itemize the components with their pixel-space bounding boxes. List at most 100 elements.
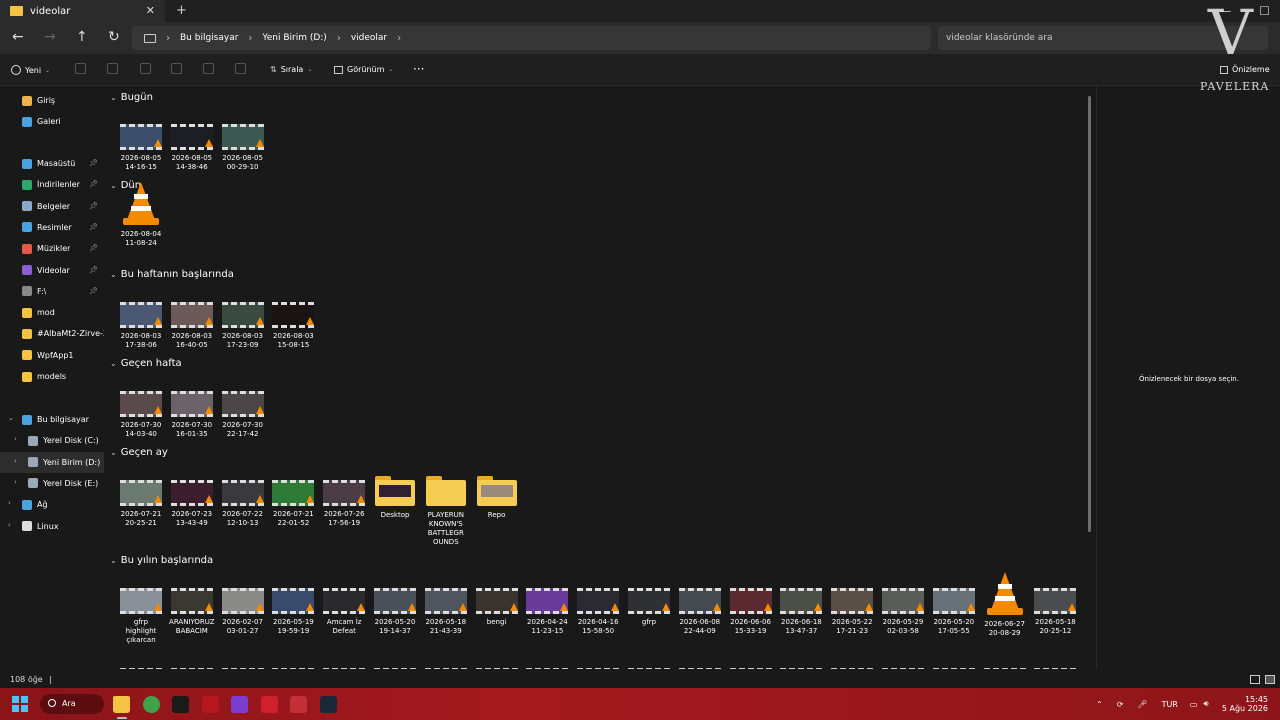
file-item[interactable]: Amcam İz Defeat [321,588,367,636]
chevron-up-icon[interactable]: ⌃ [1096,700,1103,709]
taskbar-steam-icon[interactable] [319,696,337,713]
file-item[interactable]: 2026-06-27 20-08-29 [982,572,1028,638]
file-item[interactable]: 2026-07-30 22-17-42 [220,391,266,439]
sidebar-item-masa-st[interactable]: Masaüstü 📌︎ [0,153,104,174]
file-item[interactable]: 2026-05-18 20-25-12 [1032,588,1078,636]
sync-icon[interactable]: ⟳ [1117,700,1124,709]
sidebar-item-videolar[interactable]: Videolar 📌︎ [0,260,104,281]
file-item[interactable]: 2026-02-07 03-01-27 [220,588,266,636]
new-button[interactable]: Yeni ⌄ [11,65,50,75]
chevron-right-icon[interactable]: › [8,499,11,507]
taskbar-terminal-icon[interactable] [172,696,189,713]
chevron-right-icon[interactable]: › [14,478,17,486]
cut-icon[interactable] [75,63,86,74]
file-item[interactable]: 2026-08-03 17-38-06 [118,302,164,350]
taskbar-file-explorer-icon[interactable] [113,696,130,713]
taskbar-app-6-icon[interactable] [260,696,278,713]
sidebar-item-f[interactable]: F:\ 📌︎ [0,281,104,302]
rename-icon[interactable] [171,63,182,74]
file-item[interactable]: 2026-07-23 13-43-49 [169,480,215,528]
file-item[interactable]: 2026-06-06 15-33-19 [728,588,774,636]
sidebar-item-yerel-disk-e[interactable]: › Yerel Disk (E:) [0,473,104,494]
details-view-button[interactable] [1250,675,1260,684]
breadcrumb-bu-bilgisayar[interactable]: Bu bilgisayar [180,33,238,43]
chevron-down-icon[interactable]: ⌄ [110,93,117,102]
sidebar-item-belgeler[interactable]: Belgeler 📌︎ [0,196,104,217]
file-item[interactable]: 2026-08-03 16-40-05 [169,302,215,350]
file-item[interactable]: 2026-05-20 17-05-55 [931,588,977,636]
file-item[interactable]: Repo [474,476,520,520]
taskbar-app-4-icon[interactable] [201,696,219,713]
file-item[interactable]: 2026-07-21 20-25-21 [118,480,164,528]
language-indicator[interactable]: TUR [1162,700,1178,709]
sidebar-item-bu-bilgisayar[interactable]: ⌄ Bu bilgisayar [0,409,104,430]
back-button[interactable]: ← [12,29,24,45]
chevron-right-icon[interactable]: › [8,521,11,529]
file-item[interactable]: 2026-07-30 16-01-35 [169,391,215,439]
group-header-bu-haftan-n-ba-lar-nda[interactable]: ⌄ Bu haftanın başlarında [110,269,234,280]
tab-videolar[interactable]: videolar ✕ [0,0,165,22]
taskbar-search[interactable]: Ara [40,694,104,714]
file-item[interactable]: 2026-06-08 22-44-09 [677,588,723,636]
file-item[interactable]: 2026-08-05 14-16-15 [118,124,164,172]
group-header-ge-en-hafta[interactable]: ⌄ Geçen hafta [110,358,182,369]
file-item[interactable]: ARANIYORUZ BABACIM [169,588,215,636]
sidebar-item-linux[interactable]: › Linux [0,516,104,537]
chevron-right-icon[interactable]: › [14,435,17,443]
microphone-icon[interactable]: 🎤︎ [1137,700,1147,709]
sidebar-item-galeri[interactable]: Galeri [0,111,104,132]
file-item[interactable]: 2026-08-03 17-23-09 [220,302,266,350]
sidebar-item-yeni-birim-d[interactable]: › Yeni Birim (D:) [0,451,104,473]
sidebar-item-i-ndirilenler[interactable]: İndirilenler 📌︎ [0,174,104,195]
address-bar[interactable]: › Bu bilgisayar › Yeni Birim (D:) › vide… [132,26,931,50]
chevron-down-icon[interactable]: ⌄ [110,448,117,457]
paste-icon[interactable] [140,63,151,74]
taskbar-app-7-icon[interactable] [290,696,307,713]
file-item[interactable]: gfrp [626,588,672,627]
file-item[interactable]: 2026-08-03 15-08-15 [270,302,316,350]
view-button[interactable]: Görünüm ⌄ [334,65,393,74]
file-item[interactable]: 2026-07-21 22-01-52 [270,480,316,528]
sidebar-item-mod[interactable]: mod [0,302,104,323]
vertical-scrollbar[interactable] [1088,96,1091,532]
sort-button[interactable]: ⇅ Sırala ⌄ [270,65,312,74]
file-item[interactable]: PLAYERUN KNOWN'S BATTLEGR OUNDS [423,476,469,547]
taskbar-visual-studio-icon[interactable] [231,696,248,713]
sidebar-item-wpfapp1[interactable]: WpfApp1 [0,345,104,366]
file-item[interactable]: 2026-07-30 14-03-40 [118,391,164,439]
file-item[interactable]: 2026-05-20 19-14-37 [372,588,418,636]
file-item[interactable]: 2026-04-24 11-23-15 [524,588,570,636]
share-icon[interactable] [203,63,214,74]
file-item[interactable]: 2026-06-18 13-47-37 [778,588,824,636]
new-tab-button[interactable]: + [176,3,187,18]
file-item[interactable]: bengi [474,588,520,627]
chevron-right-icon[interactable]: › [14,457,17,465]
file-item[interactable]: 2026-05-29 02-03-58 [880,588,926,636]
taskbar-chrome-icon[interactable] [142,696,160,713]
file-item[interactable]: 2026-04-16 15-58-50 [575,588,621,636]
sidebar-item-yerel-disk-c[interactable]: › Yerel Disk (C:) [0,430,104,451]
sidebar-item-resimler[interactable]: Resimler 📌︎ [0,217,104,238]
breadcrumb-videolar[interactable]: videolar [351,33,387,43]
tiles-view-button[interactable] [1265,675,1275,684]
chevron-down-icon[interactable]: ⌄ [110,181,117,190]
sidebar-item-giri[interactable]: Giriş [0,90,104,111]
file-item[interactable]: 2026-08-05 00-29-10 [220,124,266,172]
file-item[interactable]: 2026-05-18 21-43-39 [423,588,469,636]
file-item[interactable]: gfrp highlight çıkarcan [118,588,164,645]
copy-icon[interactable] [107,63,118,74]
forward-button[interactable]: → [44,29,56,45]
file-item[interactable]: Desktop [372,476,418,520]
file-item[interactable]: 2026-08-05 14-38-46 [169,124,215,172]
file-item[interactable]: 2026-05-22 17-21-23 [829,588,875,636]
chevron-down-icon[interactable]: ⌄ [8,414,14,422]
start-button[interactable] [12,696,28,712]
sidebar-item-albamt2-zirve-30[interactable]: #AlbaMt2-Zirve-30 [0,323,104,344]
chevron-down-icon[interactable]: ⌄ [110,359,117,368]
refresh-button[interactable]: ↻ [108,29,120,45]
file-item[interactable]: 2026-07-22 12-10-13 [220,480,266,528]
network-icon[interactable]: ▭ [1190,700,1198,709]
chevron-down-icon[interactable]: ⌄ [110,270,117,279]
clock[interactable]: 15:45 5 Ağu 2026 [1222,688,1268,720]
sidebar-item-a[interactable]: › Ağ [0,494,104,515]
